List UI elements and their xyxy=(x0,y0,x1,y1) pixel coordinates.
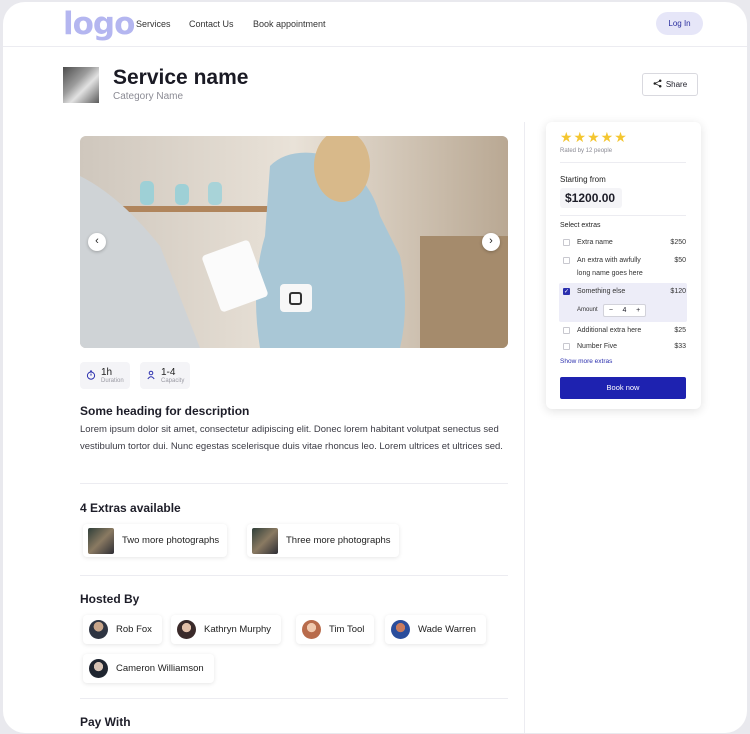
host-name: Cameron Williamson xyxy=(116,663,204,674)
carousel-next-button[interactable]: › xyxy=(482,233,500,251)
pay-with-heading: Pay With xyxy=(80,715,131,729)
carousel-photo xyxy=(80,136,508,348)
page-title: Service name xyxy=(113,66,249,89)
extra-thumbnail xyxy=(252,527,278,554)
login-button[interactable]: Log In xyxy=(656,12,703,35)
logo[interactable]: logo xyxy=(63,6,135,42)
divider xyxy=(80,698,508,699)
checkbox-checked-icon[interactable]: ✓ xyxy=(563,288,570,295)
divider xyxy=(80,575,508,576)
star-rating-icon: ★★★★★ xyxy=(560,129,628,145)
timer-icon xyxy=(86,367,96,385)
host-name: Wade Warren xyxy=(418,624,476,635)
category-name: Category Name xyxy=(113,91,184,102)
select-extras-label: Select extras xyxy=(560,222,601,229)
capacity-label: Capacity xyxy=(161,378,185,384)
divider xyxy=(560,162,686,163)
carousel-prev-button[interactable]: ‹ xyxy=(88,233,106,251)
book-now-button[interactable]: Book now xyxy=(560,377,686,399)
avatar xyxy=(391,620,410,639)
nav-link-contact[interactable]: Contact Us xyxy=(189,19,234,29)
divider xyxy=(80,483,508,484)
rated-by-text: Rated by 12 people xyxy=(560,148,613,154)
show-more-extras-link[interactable]: Show more extras xyxy=(560,358,612,365)
duration-label: Duration xyxy=(101,378,124,384)
amount-label: Amount xyxy=(577,307,598,313)
extra-name: Additional extra here xyxy=(577,327,642,334)
extra-checkbox[interactable] xyxy=(563,257,570,264)
extra-checkbox[interactable] xyxy=(563,327,570,334)
avatar xyxy=(302,620,321,639)
share-button[interactable]: Share xyxy=(642,73,698,96)
avatar xyxy=(89,659,108,678)
main-content: ‹ › 1h Duration 1-4 Capacity Some headin… xyxy=(63,122,525,733)
description-heading: Some heading for description xyxy=(80,404,250,418)
chevron-right-icon: › xyxy=(489,235,493,247)
extra-name: Something else xyxy=(577,288,626,295)
host-name: Tim Tool xyxy=(329,624,365,635)
host-name: Rob Fox xyxy=(116,624,152,635)
host-name: Kathryn Murphy xyxy=(204,624,272,635)
host-rob-fox[interactable]: Rob Fox xyxy=(83,615,162,644)
avatar xyxy=(177,620,196,639)
service-thumbnail xyxy=(63,67,99,103)
extra-chip-two-photos[interactable]: Two more photographs xyxy=(83,524,228,557)
capacity-stat: 1-4 Capacity xyxy=(140,362,191,389)
host-cameron-williamson[interactable]: Cameron Williamson xyxy=(83,654,214,683)
extra-price: $50 xyxy=(674,257,686,264)
extra-price: $250 xyxy=(670,239,686,246)
chevron-left-icon: ‹ xyxy=(95,235,99,247)
hosted-by-heading: Hosted By xyxy=(80,592,140,606)
price: $1200.00 xyxy=(560,188,622,208)
extra-price: $120 xyxy=(670,288,686,295)
extra-checkbox[interactable] xyxy=(563,343,570,350)
host-tim-tool[interactable]: Tim Tool xyxy=(296,615,375,644)
divider xyxy=(560,215,686,216)
amount-value: 4 xyxy=(622,307,627,314)
extra-chip-label: Three more photographs xyxy=(286,535,391,546)
starting-from-label: Starting from xyxy=(560,175,606,184)
extra-price: $25 xyxy=(674,327,686,334)
extra-price: $33 xyxy=(674,343,686,350)
duration-stat: 1h Duration xyxy=(80,362,130,389)
minus-icon[interactable]: − xyxy=(609,307,613,314)
image-carousel[interactable]: ‹ › xyxy=(80,136,508,348)
avatar xyxy=(89,620,108,639)
extra-name: Extra name xyxy=(577,239,613,246)
extra-name: An extra with awfully long name goes her… xyxy=(577,257,643,277)
plus-icon[interactable]: + xyxy=(636,307,640,314)
booking-card: ★★★★★ Rated by 12 people Starting from $… xyxy=(546,122,701,409)
extra-name: Number Five xyxy=(577,343,618,350)
nav-link-book-appointment[interactable]: Book appointment xyxy=(253,19,326,29)
extras-heading: 4 Extras available xyxy=(80,501,181,515)
person-icon xyxy=(146,367,156,385)
extra-chip-three-photos[interactable]: Three more photographs xyxy=(247,524,399,557)
nav-link-services[interactable]: Services xyxy=(136,19,171,29)
duration-value: 1h xyxy=(101,367,113,378)
description-text: Lorem ipsum dolor sit amet, consectetur … xyxy=(80,424,503,452)
extra-checkbox[interactable] xyxy=(563,239,570,246)
extra-thumbnail xyxy=(88,527,114,554)
host-kathryn-murphy[interactable]: Kathryn Murphy xyxy=(171,615,282,644)
capacity-value: 1-4 xyxy=(161,367,176,378)
top-nav: logo Services Contact Us Book appointmen… xyxy=(3,2,747,47)
host-wade-warren[interactable]: Wade Warren xyxy=(385,615,486,644)
extra-chip-label: Two more photographs xyxy=(122,535,220,546)
share-icon xyxy=(653,79,662,90)
amount-stepper[interactable]: − 4 + xyxy=(603,304,646,317)
app-frame: logo Services Contact Us Book appointmen… xyxy=(3,2,747,733)
share-label: Share xyxy=(665,80,688,89)
